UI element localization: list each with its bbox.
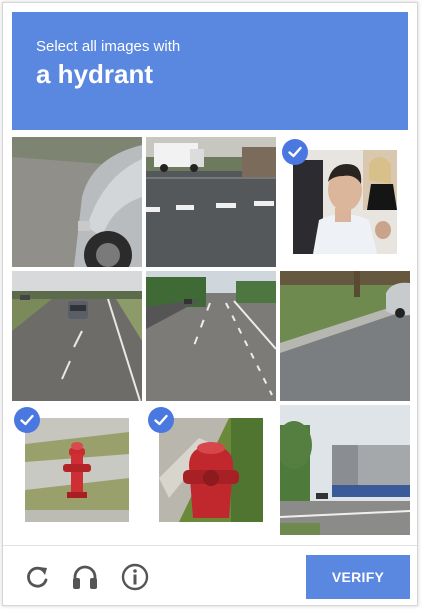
tile-image: [293, 150, 397, 254]
tile-road[interactable]: [146, 271, 276, 401]
tile-image: [159, 418, 263, 522]
selected-check-icon: [14, 407, 40, 433]
tile-car-side[interactable]: [12, 137, 142, 267]
tile-image: [12, 137, 142, 267]
tile-highway[interactable]: [12, 271, 142, 401]
tile-street-truck[interactable]: [146, 137, 276, 267]
captcha-dialog: Select all images with a hydrant VERIFY: [2, 2, 418, 606]
target-object: a hydrant: [36, 59, 154, 89]
tile-building-road[interactable]: [280, 405, 410, 535]
challenge-header: Select all images with a hydrant: [12, 12, 408, 130]
image-grid: [12, 137, 410, 539]
tile-image: [280, 405, 410, 535]
tile-image: [146, 137, 276, 267]
verify-button[interactable]: VERIFY: [306, 555, 410, 599]
info-icon[interactable]: [120, 562, 150, 592]
tile-image: [12, 271, 142, 401]
instruction-text: Select all images with: [36, 38, 181, 55]
selected-check-icon: [148, 407, 174, 433]
tile-image: [280, 271, 410, 401]
challenge-footer: VERIFY: [3, 545, 417, 608]
tile-hydrant-sidewalk[interactable]: [12, 405, 142, 535]
selected-check-icon: [282, 139, 308, 165]
tile-hydrant-closeup[interactable]: [146, 405, 276, 535]
reload-icon[interactable]: [22, 562, 52, 592]
tile-people[interactable]: [280, 137, 410, 267]
audio-icon[interactable]: [70, 562, 100, 592]
tile-image: [146, 271, 276, 401]
tile-image: [25, 418, 129, 522]
tile-grass-curb[interactable]: [280, 271, 410, 401]
